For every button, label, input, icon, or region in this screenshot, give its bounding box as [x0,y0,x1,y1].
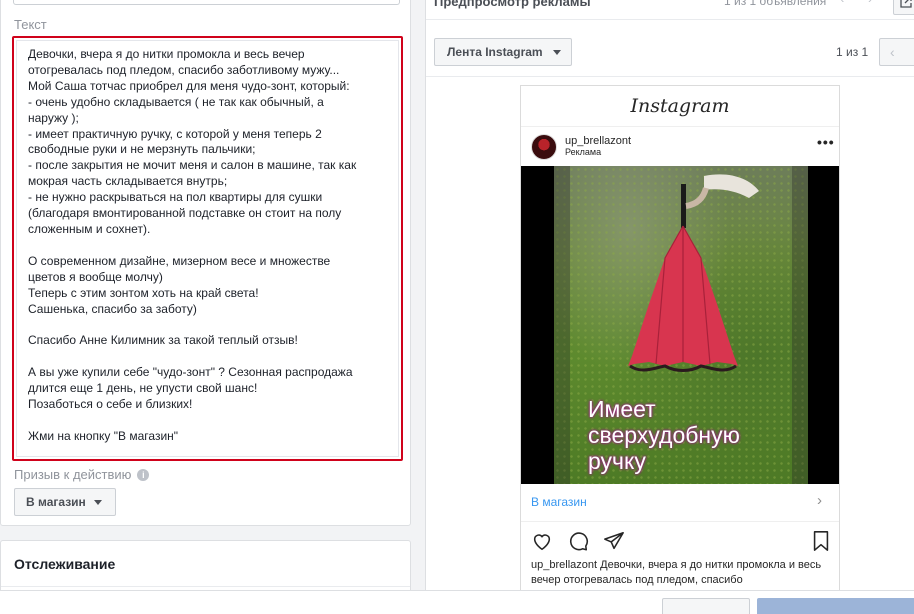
chevron-left-icon: ‹ [890,44,895,60]
shop-now-link[interactable]: В магазин [531,495,587,509]
ad-counter: 1 из 1 объявления [724,0,827,8]
text-label: Текст [14,17,47,32]
ad-preview-panel: Предпросмотр рекламы 1 из 1 объявления ‹… [425,0,914,614]
instagram-preview: Instagram up_brellazont Реклама ••• Имее… [520,85,840,614]
more-options-icon[interactable]: ••• [817,134,835,150]
chevron-right-icon: › [817,492,822,509]
cta-dropdown[interactable]: В магазин [14,488,116,516]
instagram-logo: Instagram [630,95,730,117]
share-icon[interactable] [603,530,625,552]
cta-label-text: Призыв к действию [14,467,132,482]
cta-label: Призыв к действию i [14,467,150,482]
ad-video[interactable]: Имеет сверхудобную ручку [521,166,839,484]
divider [521,126,839,127]
divider [426,19,914,20]
secondary-button[interactable] [662,598,750,614]
cta-dropdown-value: В магазин [26,495,86,509]
preview-title: Предпросмотр рекламы [434,0,591,9]
sponsored-label: Реклама [565,147,602,157]
divider [1,586,410,587]
divider [426,76,914,77]
tracking-title: Отслеживание [14,556,116,572]
comment-icon[interactable] [567,530,589,552]
placement-pager: 1 из 1 [836,45,869,59]
ad-creative-panel: Текст Девочки, вчера я до нитки промокла… [0,0,411,526]
ad-nav-arrows[interactable]: ‹ › [840,0,882,6]
video-overlay-text: Имеет сверхудобную ручку [588,396,740,474]
external-link-icon [900,0,912,8]
avatar [531,134,557,160]
post-caption: up_brellazont Девочки, вчера я до нитки … [531,558,831,587]
ad-text-content[interactable]: Девочки, вчера я до нитки промокла и вес… [28,47,387,445]
post-username: up_brellazont [565,135,632,147]
open-external-button[interactable] [893,0,914,15]
caret-down-icon [93,499,102,505]
placement-dropdown-value: Лента Instagram [447,45,543,59]
previous-field[interactable] [13,0,400,5]
info-icon[interactable]: i [137,468,150,481]
primary-button[interactable] [757,598,914,614]
caret-down-icon [552,49,561,55]
post-actions [531,530,831,554]
placement-dropdown[interactable]: Лента Instagram [434,38,572,66]
bookmark-icon[interactable] [811,530,831,552]
heart-icon[interactable] [531,530,553,552]
shop-now-row[interactable]: В магазин › [521,484,839,522]
caption-username: up_brellazont [531,559,598,571]
ad-text-field[interactable]: Девочки, вчера я до нитки промокла и вес… [12,36,403,461]
prev-placement-button[interactable]: ‹ [879,38,914,66]
video-frame: Имеет сверхудобную ручку [554,166,808,484]
